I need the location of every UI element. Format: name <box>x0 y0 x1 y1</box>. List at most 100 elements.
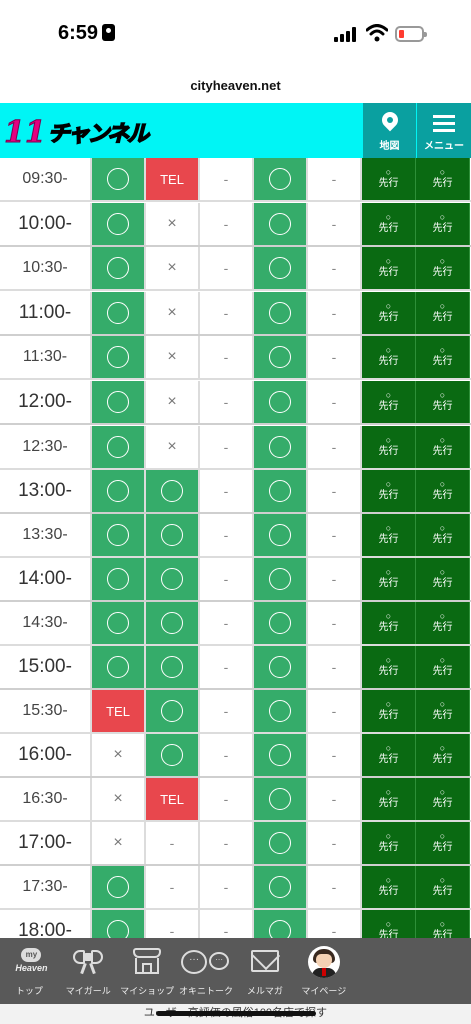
slot-available[interactable] <box>146 646 200 688</box>
slot-advance-booking[interactable]: ○ 先行 <box>416 247 470 289</box>
slot-available[interactable] <box>92 910 146 938</box>
advance-label: 先行 <box>432 267 453 279</box>
slot-advance-booking[interactable]: ○ 先行 <box>362 602 416 644</box>
slot-advance-booking[interactable]: ○ 先行 <box>362 470 416 512</box>
slot-available[interactable] <box>254 558 308 600</box>
slot-advance-booking[interactable]: ○ 先行 <box>416 602 470 644</box>
schedule-table: 09:30- TEL - - ○ 先行 ○ 先行 10:00- × - - ○ 先行 ○ 先行 10:30- × -… <box>0 158 471 938</box>
slot-available[interactable] <box>92 558 146 600</box>
available-circle-icon <box>107 346 129 368</box>
slot-advance-booking[interactable]: ○ 先行 <box>416 426 470 468</box>
slot-available[interactable] <box>92 292 146 334</box>
slot-advance-booking[interactable]: ○ 先行 <box>416 690 470 732</box>
slot-available[interactable] <box>254 292 308 334</box>
slot-available[interactable] <box>92 381 146 423</box>
slot-available[interactable] <box>254 690 308 732</box>
slot-available[interactable] <box>92 426 146 468</box>
slot-available[interactable] <box>254 778 308 820</box>
available-circle-icon <box>161 568 183 590</box>
map-button[interactable]: 地図 <box>363 103 417 158</box>
slot-tel[interactable]: TEL <box>92 690 146 732</box>
slot-available[interactable] <box>92 470 146 512</box>
slot-advance-booking[interactable]: ○ 先行 <box>362 690 416 732</box>
slot-available[interactable] <box>92 336 146 378</box>
slot-advance-booking[interactable]: ○ 先行 <box>362 910 416 938</box>
slot-available[interactable] <box>146 690 200 732</box>
slot-advance-booking[interactable]: ○ 先行 <box>362 292 416 334</box>
slot-available[interactable] <box>146 602 200 644</box>
slot-available[interactable] <box>254 381 308 423</box>
slot-advance-booking[interactable]: ○ 先行 <box>416 381 470 423</box>
slot-available[interactable] <box>92 602 146 644</box>
slot-advance-booking[interactable]: ○ 先行 <box>416 292 470 334</box>
slot-advance-booking[interactable]: ○ 先行 <box>362 778 416 820</box>
slot-available[interactable] <box>92 158 146 200</box>
slot-available[interactable] <box>254 514 308 556</box>
slot-tel[interactable]: TEL <box>146 778 200 820</box>
tab-mail-magazine[interactable]: メルマガ <box>236 938 295 1004</box>
slot-available[interactable] <box>92 247 146 289</box>
slot-advance-booking[interactable]: ○ 先行 <box>416 558 470 600</box>
slot-available[interactable] <box>92 866 146 908</box>
slot-advance-booking[interactable]: ○ 先行 <box>416 734 470 776</box>
tab-my-page[interactable]: マイページ <box>294 938 353 1004</box>
slot-available[interactable] <box>254 646 308 688</box>
slot-advance-booking[interactable]: ○ 先行 <box>416 514 470 556</box>
slot-available[interactable] <box>146 470 200 512</box>
slot-available[interactable] <box>254 822 308 864</box>
slot-available[interactable] <box>254 336 308 378</box>
site-logo[interactable]: 11 チャンネル <box>4 113 150 151</box>
slot-advance-booking[interactable]: ○ 先行 <box>416 158 470 200</box>
slot-advance-booking[interactable]: ○ 先行 <box>362 514 416 556</box>
slot-available[interactable] <box>92 203 146 245</box>
mail-icon <box>250 950 279 972</box>
menu-button[interactable]: メニュー <box>417 103 471 158</box>
slot-tel[interactable]: TEL <box>146 158 200 200</box>
slot-advance-booking[interactable]: ○ 先行 <box>416 470 470 512</box>
advance-label: 先行 <box>432 622 453 634</box>
advance-circle: ○ <box>385 301 392 312</box>
tab-my-shop[interactable]: マイショップ <box>118 938 177 1004</box>
url-bar[interactable]: cityheaven.net <box>0 68 471 103</box>
tab-top[interactable]: my Heaven トップ <box>0 938 59 1004</box>
slot-advance-booking[interactable]: ○ 先行 <box>362 381 416 423</box>
slot-available[interactable] <box>254 426 308 468</box>
tab-my-girl[interactable]: マイガール <box>59 938 118 1004</box>
slot-available[interactable] <box>254 247 308 289</box>
slot-available[interactable] <box>254 866 308 908</box>
slot-available[interactable] <box>146 734 200 776</box>
slot-advance-booking[interactable]: ○ 先行 <box>416 866 470 908</box>
slot-advance-booking[interactable]: ○ 先行 <box>416 203 470 245</box>
slot-advance-booking[interactable]: ○ 先行 <box>416 646 470 688</box>
slot-none: - <box>146 910 200 938</box>
slot-available[interactable] <box>92 514 146 556</box>
slot-available[interactable] <box>92 646 146 688</box>
slot-advance-booking[interactable]: ○ 先行 <box>362 866 416 908</box>
slot-advance-booking[interactable]: ○ 先行 <box>362 158 416 200</box>
slot-available[interactable] <box>254 158 308 200</box>
slot-available[interactable] <box>146 514 200 556</box>
advance-label: 先行 <box>378 710 399 722</box>
slot-available[interactable] <box>254 602 308 644</box>
slot-advance-booking[interactable]: ○ 先行 <box>362 558 416 600</box>
slot-available[interactable] <box>254 470 308 512</box>
slot-advance-booking[interactable]: ○ 先行 <box>362 247 416 289</box>
slot-advance-booking[interactable]: ○ 先行 <box>416 822 470 864</box>
slot-advance-booking[interactable]: ○ 先行 <box>362 646 416 688</box>
slot-advance-booking[interactable]: ○ 先行 <box>362 426 416 468</box>
advance-circle: ○ <box>439 345 446 356</box>
slot-available[interactable] <box>254 910 308 938</box>
tab-okini-talk[interactable]: ··· ··· オキニトーク <box>177 938 236 1004</box>
slot-advance-booking[interactable]: ○ 先行 <box>416 336 470 378</box>
slot-advance-booking[interactable]: ○ 先行 <box>362 336 416 378</box>
slot-advance-booking[interactable]: ○ 先行 <box>416 910 470 938</box>
slot-advance-booking[interactable]: ○ 先行 <box>362 734 416 776</box>
advance-circle: ○ <box>439 256 446 267</box>
slot-advance-booking[interactable]: ○ 先行 <box>362 822 416 864</box>
slot-available[interactable] <box>254 203 308 245</box>
slot-advance-booking[interactable]: ○ 先行 <box>416 778 470 820</box>
slot-advance-booking[interactable]: ○ 先行 <box>362 203 416 245</box>
slot-available[interactable] <box>146 558 200 600</box>
advance-circle: ○ <box>439 479 446 490</box>
slot-available[interactable] <box>254 734 308 776</box>
